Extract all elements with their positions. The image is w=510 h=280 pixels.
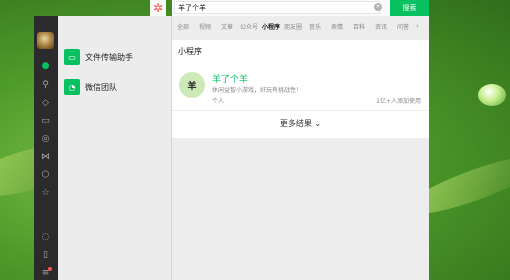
clear-icon[interactable]: × (374, 3, 382, 11)
tab-moments[interactable]: 朋友圈 (282, 22, 304, 31)
search-tabs: 全部 视频 文章 公众号 小程序 朋友圈 音乐 表情 百科 资讯 问答 › (172, 18, 429, 34)
result-card: 小程序 羊 羊了个羊 休闲益智小游戏，好玩有挑战性！ 个人 1亿+人添加使用 更… (172, 40, 429, 138)
tab-article[interactable]: 文章 (216, 22, 238, 31)
divider (172, 110, 429, 111)
phone-icon[interactable]: ◌ (40, 232, 51, 243)
tab-news[interactable]: 资讯 (370, 22, 392, 31)
mini-program-users: 1亿+人添加使用 (376, 98, 421, 105)
folder-icon: ▭ (64, 49, 80, 65)
contacts-icon[interactable]: ⚲ (40, 80, 51, 91)
channels-icon[interactable]: ⋈ (40, 152, 51, 163)
chat-item[interactable]: ▭ 文件传输助手 (58, 42, 171, 72)
mini-program-description: 休闲益智小游戏，好玩有挑战性！ (212, 87, 303, 94)
search-input[interactable]: 羊了个羊 (174, 1, 380, 14)
moments-icon[interactable]: ◎ (40, 134, 51, 145)
search-button[interactable]: 搜索 (390, 0, 429, 16)
avatar[interactable] (37, 32, 54, 49)
search-panel: ✲ 羊了个羊 × 搜索 全部 视频 文章 公众号 小程序 朋友圈 音乐 表情 百… (150, 0, 429, 280)
menu-icon[interactable]: ≡ (40, 267, 52, 279)
tab-sticker[interactable]: 表情 (326, 22, 348, 31)
tab-all[interactable]: 全部 (172, 22, 194, 31)
mini-program-logo[interactable]: 羊 (179, 72, 205, 98)
more-results-label: 更多结果 (279, 119, 312, 128)
search-logo-icon: ✲ (150, 0, 166, 16)
tab-music[interactable]: 音乐 (304, 22, 326, 31)
tab-video[interactable]: 视频 (194, 22, 216, 31)
mini-program-icon[interactable]: ⬡ (40, 170, 51, 181)
chat-item[interactable]: ◔ 微信团队 (58, 72, 171, 102)
folder-icon[interactable]: ▭ (40, 116, 51, 127)
mini-program-name[interactable]: 羊了个羊 (212, 72, 248, 85)
star-icon[interactable]: ☆ (40, 188, 51, 199)
wechat-icon: ◔ (64, 79, 80, 95)
chat-list: ▭ 文件传输助手 ◔ 微信团队 (58, 16, 172, 280)
chat-icon[interactable]: ● (40, 61, 51, 72)
more-results-link[interactable]: 更多结果 ⌄ (172, 118, 429, 129)
section-title: 小程序 (178, 47, 202, 56)
tab-official[interactable]: 公众号 (238, 22, 260, 31)
chevron-down-icon: ⌄ (314, 119, 322, 128)
notification-dot (48, 267, 52, 271)
tab-mini-program[interactable]: 小程序 (260, 22, 282, 31)
favorites-icon[interactable]: ◇ (40, 98, 51, 109)
phone-icon-2[interactable]: ▯ (40, 250, 51, 261)
mini-program-owner: 个人 (212, 98, 225, 105)
wechat-window: ● ⚲ ◇ ▭ ◎ ⋈ ⬡ ☆ ◌ ▯ ≡ ▭ 文件传输助手 ◔ 微信团队 (34, 16, 172, 280)
wechat-sidebar: ● ⚲ ◇ ▭ ◎ ⋈ ⬡ ☆ ◌ ▯ ≡ (34, 16, 58, 280)
chat-name: 微信团队 (85, 82, 117, 92)
chevron-right-icon[interactable]: › (416, 22, 419, 30)
chat-name: 文件传输助手 (85, 52, 133, 62)
search-bar: ✲ 羊了个羊 × 搜索 (150, 0, 429, 16)
wallpaper-droplet (478, 84, 506, 106)
tab-wiki[interactable]: 百科 (348, 22, 370, 31)
tab-qa[interactable]: 问答 (392, 22, 414, 31)
